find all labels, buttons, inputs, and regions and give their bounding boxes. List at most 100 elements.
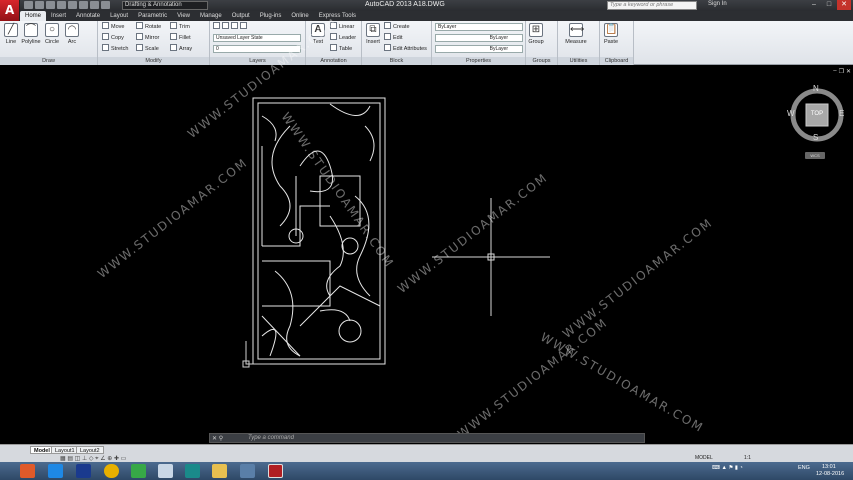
redo-icon[interactable]: [101, 1, 110, 9]
minimize-icon[interactable]: –: [807, 0, 821, 10]
print-icon[interactable]: [79, 1, 88, 9]
sign-in-button[interactable]: Sign In: [708, 1, 727, 7]
arc-button[interactable]: ◠ Arc: [61, 23, 83, 45]
notepad-icon[interactable]: [158, 464, 173, 478]
workspace-select[interactable]: Drafting & Annotation: [122, 1, 208, 10]
annotation-scale[interactable]: 1:1: [744, 455, 751, 461]
internet-explorer-icon[interactable]: [48, 464, 63, 478]
trim-button[interactable]: Trim: [170, 22, 190, 32]
circle-button[interactable]: ○ Circle: [41, 23, 63, 45]
fillet-icon: [170, 33, 177, 40]
ucs-icon: [242, 341, 270, 368]
create-block-button[interactable]: Create: [384, 22, 410, 32]
tab-annotate[interactable]: Annotate: [71, 11, 105, 21]
utilities-panel-title[interactable]: Utilities: [558, 57, 599, 65]
block-panel-title[interactable]: Block: [362, 57, 431, 65]
maximize-icon[interactable]: □: [822, 0, 836, 10]
linetype-select[interactable]: ByLayer: [435, 34, 523, 42]
copy-button[interactable]: Copy: [102, 33, 124, 43]
new-icon[interactable]: [24, 1, 33, 9]
groups-panel-title[interactable]: Groups: [526, 57, 557, 65]
modify-panel-title[interactable]: Modify: [98, 57, 209, 65]
tab-layout[interactable]: Layout: [105, 11, 133, 21]
tab-express-tools[interactable]: Express Tools: [314, 11, 361, 21]
edit-block-button[interactable]: Edit: [384, 33, 402, 43]
utorrent-icon[interactable]: [131, 464, 146, 478]
copy-icon: [102, 33, 109, 40]
window-title: AutoCAD 2013 A18.DWG: [365, 1, 445, 8]
command-line[interactable]: ✕ ⚲ Type a command: [209, 433, 645, 443]
media-player-icon[interactable]: [240, 464, 255, 478]
insert-button[interactable]: ⧉ Insert: [362, 23, 384, 45]
group-button[interactable]: ⊞ Group: [525, 23, 547, 45]
annotation-panel-title[interactable]: Annotation: [306, 57, 361, 65]
array-button[interactable]: Array: [170, 44, 192, 54]
save-as-icon[interactable]: [57, 1, 66, 9]
paste-button[interactable]: 📋 Paste: [600, 23, 622, 45]
tab-layout1[interactable]: Layout1: [51, 446, 79, 454]
tab-view[interactable]: View: [172, 11, 195, 21]
chrome-icon[interactable]: [104, 464, 119, 478]
viewcube-south[interactable]: S: [813, 133, 818, 142]
start-app-icon[interactable]: [20, 464, 35, 478]
stretch-button[interactable]: Stretch: [102, 44, 128, 54]
save-icon[interactable]: [46, 1, 55, 9]
layer-tools[interactable]: [213, 22, 249, 32]
open-icon[interactable]: [35, 1, 44, 9]
file-explorer-icon[interactable]: [212, 464, 227, 478]
tab-output[interactable]: Output: [227, 11, 255, 21]
tab-home[interactable]: Home: [20, 11, 47, 21]
trim-icon: [170, 22, 177, 29]
clock-time[interactable]: 13:01: [822, 464, 836, 470]
viewcube-north[interactable]: N: [813, 84, 819, 93]
edit-attributes-button[interactable]: Edit Attributes: [384, 44, 427, 54]
move-button[interactable]: Move: [102, 22, 124, 32]
model-space-button[interactable]: MODEL 1:1: [695, 454, 751, 462]
spreadsheet-app-icon[interactable]: [185, 464, 200, 478]
draw-panel-title[interactable]: Draw: [0, 57, 97, 65]
input-language[interactable]: ENG: [798, 465, 810, 471]
properties-panel-title[interactable]: Properties: [432, 57, 525, 65]
table-button[interactable]: Table: [330, 44, 352, 54]
lineweight-select[interactable]: ByLayer: [435, 45, 523, 53]
command-line-close-icon[interactable]: ✕ ⚲: [212, 435, 223, 442]
fillet-button[interactable]: Fillet: [170, 33, 191, 43]
cloud-icon[interactable]: [68, 1, 77, 9]
leader-button[interactable]: Leader: [330, 33, 356, 43]
tab-plugins[interactable]: Plug-ins: [255, 11, 287, 21]
clipboard-panel-title[interactable]: Clipboard: [600, 57, 633, 65]
tab-parametric[interactable]: Parametric: [133, 11, 172, 21]
viewcube-west[interactable]: W: [787, 109, 795, 118]
viewcube-face-top[interactable]: TOP: [808, 111, 826, 117]
viewport-close-icon[interactable]: ✕: [846, 68, 851, 75]
autocad-taskbar-icon[interactable]: [268, 464, 283, 478]
polyline-button[interactable]: ⌒ Polyline: [20, 23, 42, 45]
viewcube-east[interactable]: E: [839, 109, 844, 118]
application-menu-button[interactable]: A: [0, 0, 20, 22]
layer-state-select[interactable]: Unsaved Layer State: [213, 34, 301, 42]
layout-tab-bar: Model Layout1 Layout2: [0, 444, 853, 454]
scale-button[interactable]: Scale: [136, 44, 159, 54]
mirror-button[interactable]: Mirror: [136, 33, 159, 43]
tab-manage[interactable]: Manage: [195, 11, 227, 21]
viewport-minimize-icon[interactable]: –: [833, 68, 836, 75]
rotate-button[interactable]: Rotate: [136, 22, 161, 32]
wcs-menu[interactable]: WCS: [805, 152, 825, 159]
viewport-restore-icon[interactable]: ❐: [839, 68, 844, 75]
tab-insert[interactable]: Insert: [46, 11, 71, 21]
measure-button[interactable]: ⟷ Measure: [561, 23, 591, 45]
clock-date[interactable]: 12-08-2016: [816, 471, 844, 477]
canvas-window-controls: – ❐ ✕: [833, 68, 851, 75]
photoshop-icon[interactable]: [76, 464, 91, 478]
tab-online[interactable]: Online: [286, 11, 313, 21]
viewcube[interactable]: N S E W TOP: [786, 84, 848, 146]
undo-icon[interactable]: [90, 1, 99, 9]
search-input[interactable]: Type a keyword or phrase: [607, 1, 697, 10]
line-button[interactable]: ╱ Line: [0, 23, 22, 45]
system-tray-icons[interactable]: ⌨ ▲ ⚑ ▮ ◔: [712, 465, 743, 471]
tab-layout2[interactable]: Layout2: [76, 446, 104, 454]
command-input[interactable]: Type a command: [248, 435, 294, 441]
arc-icon: ◠: [65, 23, 79, 37]
color-select[interactable]: ByLayer: [435, 23, 523, 31]
close-icon[interactable]: ✕: [837, 0, 851, 10]
